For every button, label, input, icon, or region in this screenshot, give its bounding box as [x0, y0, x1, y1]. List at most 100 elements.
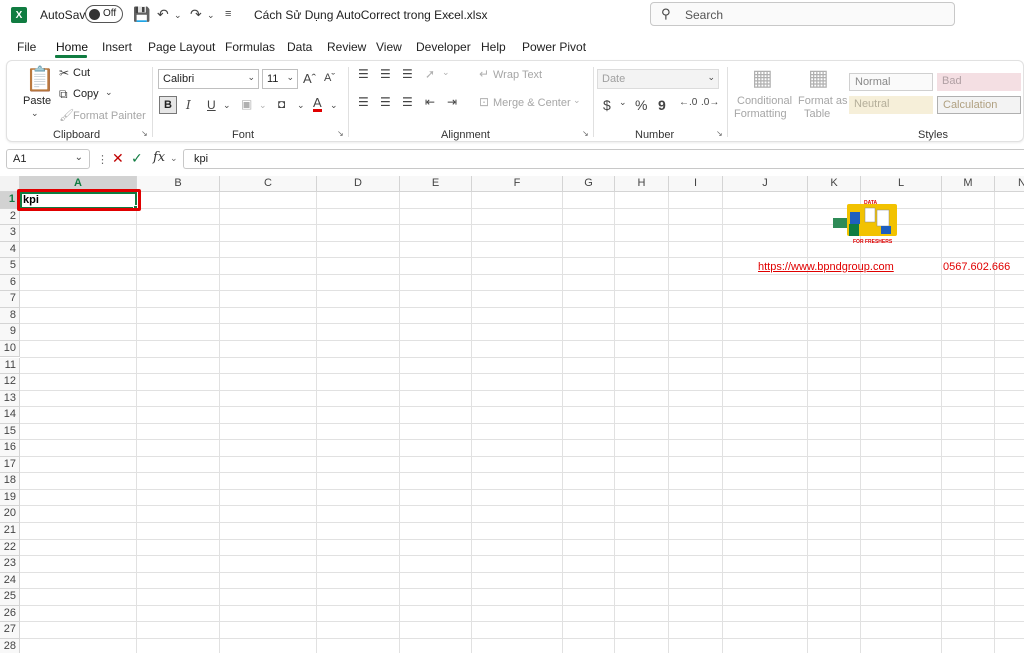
row-header-24[interactable]: 24: [0, 572, 20, 590]
copy-icon[interactable]: ⧉: [59, 87, 68, 102]
row-header-6[interactable]: 6: [0, 274, 20, 292]
worksheet-grid[interactable]: ABCDEFGHIJKLMN 1 2 3 4 5 6 7 8 9 10 11 12 13 14 15 16 17…: [0, 176, 1024, 653]
column-header-k[interactable]: K: [808, 176, 861, 192]
row-header-13[interactable]: 13: [0, 390, 20, 408]
formula-input[interactable]: kpi: [183, 149, 1024, 169]
tab-formulas[interactable]: Formulas: [225, 40, 275, 54]
column-header-i[interactable]: I: [669, 176, 723, 192]
undo-dropdown-icon[interactable]: ⌄: [174, 10, 182, 21]
increase-font-size-icon[interactable]: Aˆ: [303, 71, 316, 86]
align-middle-icon[interactable]: ☰: [380, 67, 391, 81]
decrease-indent-icon[interactable]: ⇤: [425, 95, 435, 109]
row-header-12[interactable]: 12: [0, 374, 20, 391]
tab-file[interactable]: File: [17, 40, 36, 54]
copy-button[interactable]: Copy: [73, 88, 99, 100]
format-as-table-icon[interactable]: ▦: [808, 65, 829, 91]
align-right-icon[interactable]: ☰: [402, 95, 413, 109]
save-icon[interactable]: 💾: [133, 6, 150, 23]
format-as-table-button-line2[interactable]: Table: [804, 108, 830, 120]
cut-button[interactable]: Cut: [73, 67, 90, 79]
decrease-decimal-icon[interactable]: .0→: [701, 97, 719, 108]
borders-dropdown-icon[interactable]: ⌄: [259, 100, 267, 111]
formula-bar-grip-icon[interactable]: ⋮: [97, 153, 108, 166]
confirm-entry-icon[interactable]: ✓: [131, 150, 143, 167]
paste-button[interactable]: Paste: [23, 95, 51, 107]
number-format-select[interactable]: Date ⌄: [597, 69, 719, 89]
wrap-text-button[interactable]: Wrap Text: [493, 69, 542, 81]
font-color-dropdown-icon[interactable]: ⌄: [330, 100, 338, 111]
fill-color-icon[interactable]: ◘: [278, 97, 285, 111]
percent-icon[interactable]: %: [635, 97, 647, 113]
tab-data[interactable]: Data: [287, 40, 312, 54]
merge-center-icon[interactable]: ⊡: [479, 95, 489, 109]
align-center-icon[interactable]: ☰: [380, 95, 391, 109]
tab-page-layout[interactable]: Page Layout: [148, 40, 215, 54]
data-for-freshers-logo[interactable]: DATA FOR FRESHERS: [831, 198, 899, 246]
tab-developer[interactable]: Developer: [416, 40, 471, 54]
row-header-11[interactable]: 11: [0, 357, 20, 375]
row-header-3[interactable]: 3: [0, 225, 20, 242]
row-header-4[interactable]: 4: [0, 241, 20, 259]
row-header-25[interactable]: 25: [0, 589, 20, 606]
currency-dropdown-icon[interactable]: ⌄: [619, 97, 627, 108]
bold-button[interactable]: B: [159, 96, 177, 114]
align-left-icon[interactable]: ☰: [358, 95, 369, 109]
row-header-16[interactable]: 16: [0, 440, 20, 457]
row-header-7[interactable]: 7: [0, 291, 20, 308]
row-header-23[interactable]: 23: [0, 556, 20, 573]
row-header-15[interactable]: 15: [0, 423, 20, 441]
column-header-c[interactable]: C: [220, 176, 317, 192]
font-name-select[interactable]: Calibri ⌄: [158, 69, 259, 89]
title-chevron-down-icon[interactable]: ⌄: [445, 9, 453, 20]
copy-dropdown-icon[interactable]: ⌄: [105, 87, 113, 98]
merge-center-button[interactable]: Merge & Center: [493, 97, 571, 109]
column-header-f[interactable]: F: [472, 176, 563, 192]
column-header-g[interactable]: G: [563, 176, 615, 192]
tab-home[interactable]: Home: [56, 40, 88, 54]
format-painter-button[interactable]: Format Painter: [73, 110, 146, 122]
search-box[interactable]: ⚲ Search: [650, 2, 955, 26]
decrease-font-size-icon[interactable]: Aˇ: [324, 72, 335, 84]
row-header-21[interactable]: 21: [0, 523, 20, 540]
merge-dropdown-icon[interactable]: ⌄: [573, 95, 581, 106]
style-bad[interactable]: Bad: [937, 73, 1021, 91]
increase-indent-icon[interactable]: ⇥: [447, 95, 457, 109]
tab-review[interactable]: Review: [327, 40, 366, 54]
clipboard-launcher-icon[interactable]: ↘: [141, 129, 148, 138]
alignment-launcher-icon[interactable]: ↘: [582, 129, 589, 138]
wrap-text-icon[interactable]: ↵: [479, 67, 489, 81]
column-header-n[interactable]: N: [995, 176, 1024, 192]
row-header-2[interactable]: 2: [0, 208, 20, 226]
row-header-19[interactable]: 19: [0, 489, 20, 507]
row-header-27[interactable]: 27: [0, 622, 20, 639]
row-header-18[interactable]: 18: [0, 473, 20, 490]
row-header-26[interactable]: 26: [0, 605, 20, 623]
fill-color-dropdown-icon[interactable]: ⌄: [297, 100, 305, 111]
paste-icon[interactable]: 📋: [25, 65, 55, 94]
format-painter-icon[interactable]: 🖌: [59, 108, 74, 122]
tab-power-pivot[interactable]: Power Pivot: [522, 40, 586, 54]
style-neutral[interactable]: Neutral: [849, 96, 933, 114]
comma-style-icon[interactable]: 9: [658, 97, 666, 113]
row-header-8[interactable]: 8: [0, 307, 20, 325]
customize-qat-icon[interactable]: ≡: [225, 8, 231, 20]
font-size-select[interactable]: 11 ⌄: [262, 69, 298, 89]
borders-icon[interactable]: ▣: [241, 97, 252, 111]
cell-a1[interactable]: kpi: [23, 194, 39, 206]
name-box[interactable]: A1 ⌄: [6, 149, 90, 169]
currency-icon[interactable]: $: [603, 97, 611, 113]
redo-icon[interactable]: ↷: [190, 6, 202, 23]
column-header-d[interactable]: D: [317, 176, 400, 192]
tab-view[interactable]: View: [376, 40, 402, 54]
row-header-17[interactable]: 17: [0, 456, 20, 474]
align-bottom-icon[interactable]: ☰: [402, 67, 413, 81]
tab-help[interactable]: Help: [481, 40, 506, 54]
row-header-5[interactable]: 5: [0, 258, 20, 275]
redo-dropdown-icon[interactable]: ⌄: [207, 10, 215, 21]
row-header-10[interactable]: 10: [0, 340, 20, 358]
autosave-toggle[interactable]: Off: [85, 5, 123, 23]
font-color-button[interactable]: A: [313, 96, 322, 112]
align-top-icon[interactable]: ☰: [358, 67, 369, 81]
column-header-b[interactable]: B: [137, 176, 220, 192]
cut-icon[interactable]: ✂: [59, 66, 69, 80]
